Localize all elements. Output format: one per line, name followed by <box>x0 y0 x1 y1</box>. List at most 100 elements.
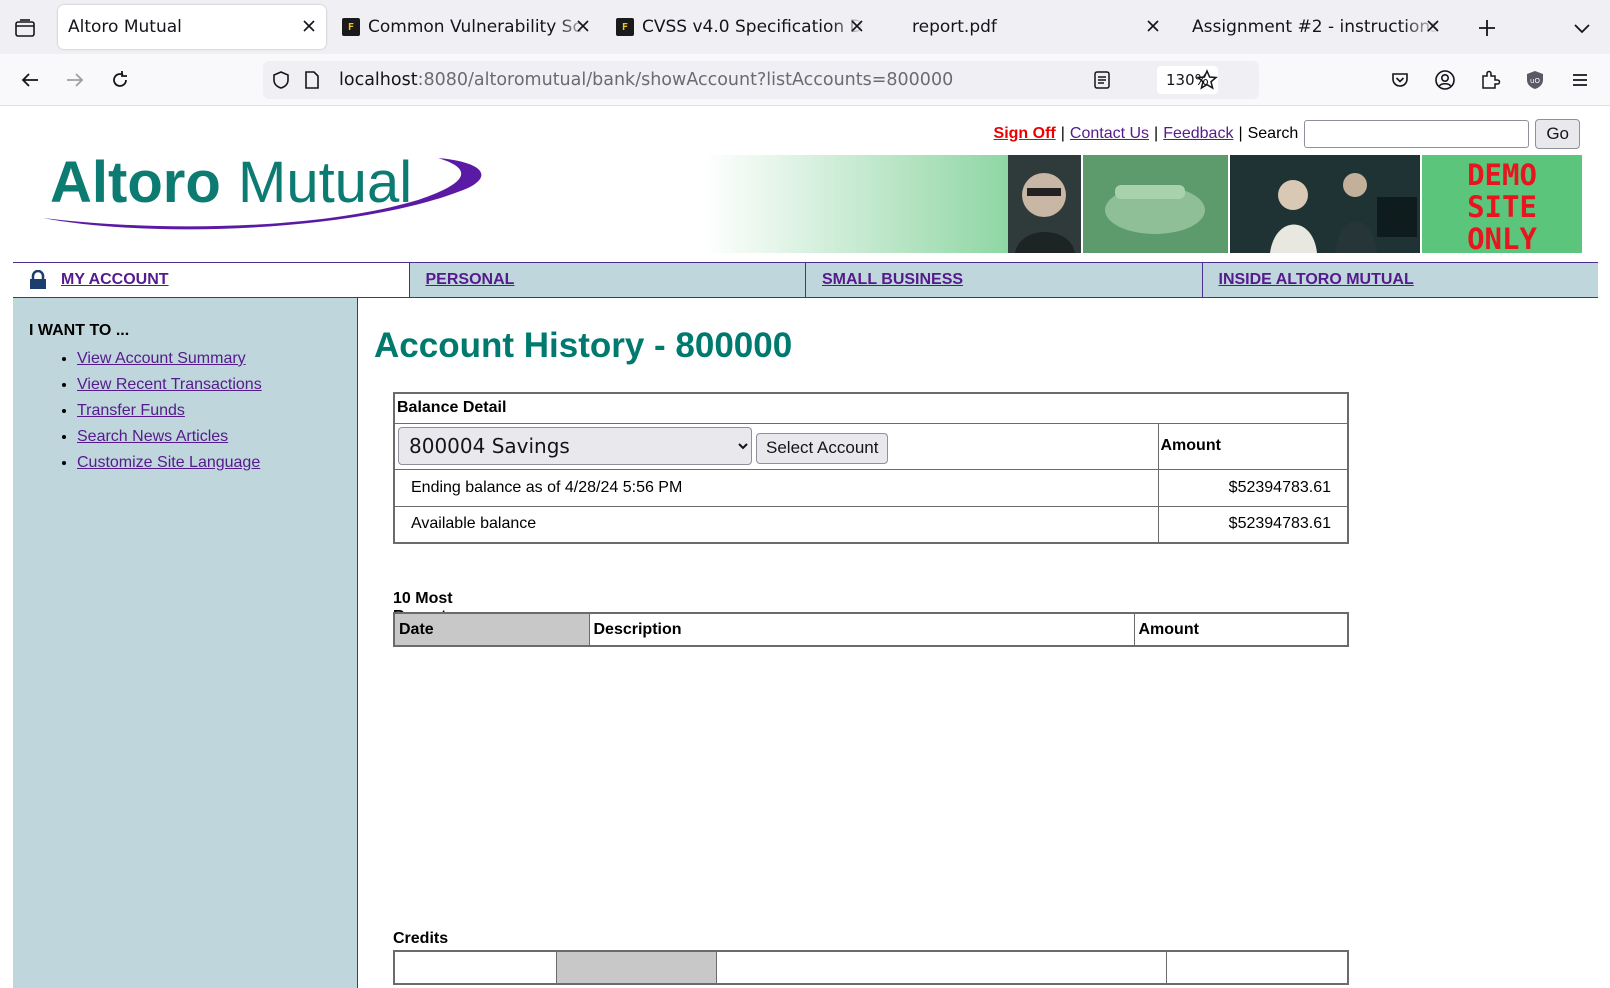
extensions-puzzle-icon[interactable] <box>1476 66 1504 94</box>
credits-table <box>393 950 1349 985</box>
banner-text-only: ONLY <box>1467 222 1537 253</box>
sidebar-item: View Account Summary <box>77 346 262 372</box>
credits-title: Credits <box>393 930 449 947</box>
description-column-header[interactable]: Description <box>588 612 1135 647</box>
url-text[interactable]: localhost:8080/altoromutual/bank/showAcc… <box>339 70 953 90</box>
table-header-row: Balance Detail <box>393 392 1349 424</box>
ublock-shield-icon[interactable]: uO <box>1521 66 1549 94</box>
browser-tab-bar: Altoro Mutual F Common Vulnerability Sc … <box>0 0 1610 54</box>
bookmark-star-icon[interactable] <box>1196 69 1218 96</box>
amount-column-header[interactable]: Amount <box>1133 612 1349 647</box>
view-recent-transactions-link[interactable]: View Recent Transactions <box>77 376 262 393</box>
sidebar-item: Transfer Funds <box>77 398 262 424</box>
account-select-row: 800004 Savings Select Account Amount <box>393 422 1349 470</box>
ending-balance-value: $52394783.61 <box>1157 468 1349 507</box>
browser-tab-cvss[interactable]: F Common Vulnerability Sc <box>332 5 600 49</box>
search-news-articles-link[interactable]: Search News Articles <box>77 428 228 445</box>
table-header-row <box>393 950 1349 985</box>
nav-tab-my-account[interactable]: MY ACCOUNT <box>13 263 409 297</box>
close-icon[interactable] <box>574 17 592 35</box>
url-path: :8080/altoromutual/bank/showAccount?list… <box>417 70 954 90</box>
nav-tab-personal[interactable]: PERSONAL <box>408 263 805 297</box>
credits-column-header <box>715 950 1167 985</box>
reload-icon[interactable] <box>106 66 134 94</box>
go-button[interactable]: Go <box>1535 119 1580 149</box>
feedback-link[interactable]: Feedback <box>1163 125 1233 143</box>
account-select-cell: 800004 Savings Select Account <box>393 422 1159 470</box>
credits-column-header <box>393 950 557 985</box>
new-tab-plus-icon[interactable] <box>1475 16 1499 40</box>
separator: | <box>1154 125 1159 142</box>
transfer-funds-link[interactable]: Transfer Funds <box>77 402 185 419</box>
nav-tab-small-business[interactable]: SMALL BUSINESS <box>805 263 1202 297</box>
chevron-down-icon[interactable] <box>1570 16 1594 40</box>
nav-tab-inside-altoro[interactable]: INSIDE ALTORO MUTUAL <box>1201 263 1598 297</box>
balance-detail-header: Balance Detail <box>393 392 1349 424</box>
header-links: Sign Off | Contact Us | Feedback | Searc… <box>994 118 1580 150</box>
personal-link[interactable]: PERSONAL <box>426 271 515 289</box>
contact-us-link[interactable]: Contact Us <box>1070 125 1149 143</box>
browser-tab-report[interactable]: report.pdf <box>902 5 1170 49</box>
sidebar-item: Customize Site Language <box>77 450 262 476</box>
tab-title: Altoro Mutual <box>68 17 182 37</box>
credits-column-header <box>1165 950 1349 985</box>
close-icon[interactable] <box>1424 17 1442 35</box>
banner-text-site: SITE <box>1467 190 1537 224</box>
table-header-row: Date Description Amount <box>393 612 1349 647</box>
first-logo-icon: F <box>342 18 360 36</box>
close-icon[interactable] <box>300 17 318 35</box>
sidebar: I WANT TO ... View Account Summary View … <box>13 298 358 988</box>
balance-detail-table: Balance Detail 800004 Savings Select Acc… <box>393 392 1349 544</box>
sidebar-item: View Recent Transactions <box>77 372 262 398</box>
available-balance-value: $52394783.61 <box>1157 505 1349 544</box>
main-navigation: MY ACCOUNT PERSONAL SMALL BUSINESS INSID… <box>13 262 1598 298</box>
select-account-button[interactable]: Select Account <box>756 432 889 464</box>
separator: | <box>1060 125 1065 142</box>
pocket-icon[interactable] <box>1386 66 1414 94</box>
sign-off-link[interactable]: Sign Off <box>994 125 1056 143</box>
browser-tab-altoro[interactable]: Altoro Mutual <box>58 5 326 49</box>
tab-title: Common Vulnerability Sc <box>368 17 582 37</box>
web-page: Sign Off | Contact Us | Feedback | Searc… <box>0 106 1610 988</box>
recent-transactions-table: Date Description Amount <box>393 612 1349 647</box>
first-logo-icon: F <box>616 18 634 36</box>
search-label: Search <box>1247 125 1299 142</box>
menu-hamburger-icon[interactable] <box>1566 66 1594 94</box>
small-business-link[interactable]: SMALL BUSINESS <box>822 271 963 289</box>
close-icon[interactable] <box>1144 17 1162 35</box>
tab-list-icon[interactable] <box>10 14 40 42</box>
available-balance-label: Available balance <box>393 505 1159 544</box>
page-icon[interactable] <box>303 70 321 95</box>
lock-icon <box>30 270 46 289</box>
svg-text:uO: uO <box>1530 77 1540 85</box>
search-input[interactable] <box>1304 120 1530 148</box>
separator: | <box>1238 125 1243 142</box>
tab-title: Assignment #2 - instructions <box>1192 17 1440 37</box>
shield-icon[interactable] <box>271 70 291 95</box>
close-icon[interactable] <box>848 17 866 35</box>
url-host: localhost <box>339 70 418 90</box>
account-select[interactable]: 800004 Savings <box>398 427 752 465</box>
browser-toolbar: localhost:8080/altoromutual/bank/showAcc… <box>0 54 1610 106</box>
sidebar-item: Search News Articles <box>77 424 262 450</box>
sidebar-link-list: View Account Summary View Recent Transac… <box>57 346 262 476</box>
amount-header: Amount <box>1157 422 1349 470</box>
customize-site-language-link[interactable]: Customize Site Language <box>77 454 260 471</box>
date-column-header[interactable]: Date <box>393 612 590 647</box>
browser-tab-assignment[interactable]: Assignment #2 - instructions <box>1182 5 1450 49</box>
logo-text-mutual: Mutual <box>238 150 412 215</box>
forward-arrow-icon[interactable] <box>61 66 89 94</box>
address-bar[interactable]: localhost:8080/altoromutual/bank/showAcc… <box>263 61 1259 99</box>
back-arrow-icon[interactable] <box>16 66 44 94</box>
reader-view-icon[interactable] <box>1093 70 1111 95</box>
browser-tab-cvss-spec[interactable]: F CVSS v4.0 Specification D <box>606 5 874 49</box>
table-row: Available balance $52394783.61 <box>393 505 1349 544</box>
account-icon[interactable] <box>1431 66 1459 94</box>
my-account-link[interactable]: MY ACCOUNT <box>61 271 169 289</box>
inside-altoro-link[interactable]: INSIDE ALTORO MUTUAL <box>1219 271 1414 289</box>
view-account-summary-link[interactable]: View Account Summary <box>77 350 246 367</box>
altoro-mutual-logo[interactable]: Altoro Mutual <box>38 140 488 240</box>
ending-balance-label: Ending balance as of 4/28/24 5:56 PM <box>393 468 1159 507</box>
header-banner: DEMO SITE ONLY <box>705 155 1582 256</box>
logo-text-altoro: Altoro <box>50 150 221 215</box>
